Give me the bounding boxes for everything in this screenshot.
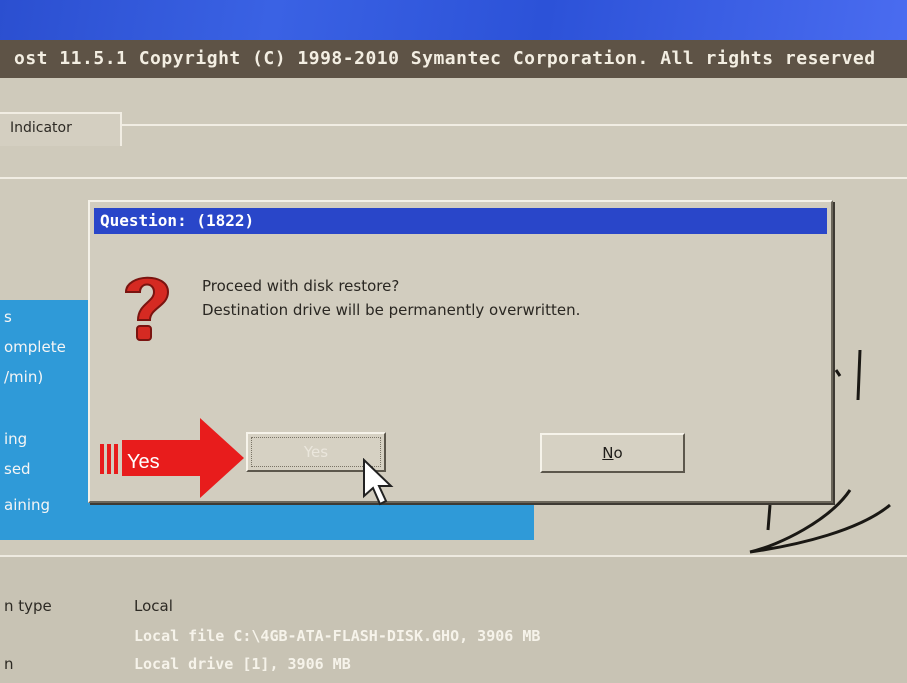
type-value: Local — [134, 597, 173, 615]
progress-label: s — [4, 308, 12, 326]
tab-divider — [122, 124, 907, 126]
mouse-cursor-icon — [363, 458, 394, 506]
no-button[interactable]: No — [540, 433, 685, 473]
tab-indicator[interactable]: Indicator — [0, 112, 122, 146]
progress-label: aining — [4, 496, 51, 514]
destination-label: n — [4, 655, 14, 673]
copyright-text: ost 11.5.1 Copyright (C) 1998-2010 Syman… — [14, 48, 876, 69]
dialog-title-bar: Question: (1822) — [94, 208, 827, 234]
progress-label: omplete — [4, 338, 66, 356]
no-button-label: No — [602, 444, 623, 462]
yes-button-label: Yes — [303, 443, 329, 461]
progress-label: sed — [4, 460, 31, 478]
details-area: n type Local Local file C:\4GB-ATA-FLASH… — [0, 555, 907, 683]
progress-label: /min) — [4, 368, 44, 386]
dialog-title: Question: (1822) — [100, 211, 255, 230]
message-line: Destination drive will be permanently ov… — [202, 301, 581, 319]
type-label: n type — [4, 597, 52, 615]
top-banner — [0, 0, 907, 40]
progress-label: ing — [4, 430, 28, 448]
question-mark-icon — [124, 276, 170, 341]
source-value: Local file C:\4GB-ATA-FLASH-DISK.GHO, 39… — [134, 627, 541, 645]
app-title-bar: ost 11.5.1 Copyright (C) 1998-2010 Syman… — [0, 40, 907, 78]
message-line: Proceed with disk restore? — [202, 277, 400, 295]
annotation-label: Yes — [127, 451, 160, 473]
destination-value: Local drive [1], 3906 MB — [134, 655, 351, 673]
red-annotation-arrow — [100, 418, 244, 498]
panel-divider — [0, 177, 907, 179]
dialog-message: Proceed with disk restore? Destination d… — [202, 274, 580, 322]
tab-indicator-label: Indicator — [10, 120, 72, 136]
